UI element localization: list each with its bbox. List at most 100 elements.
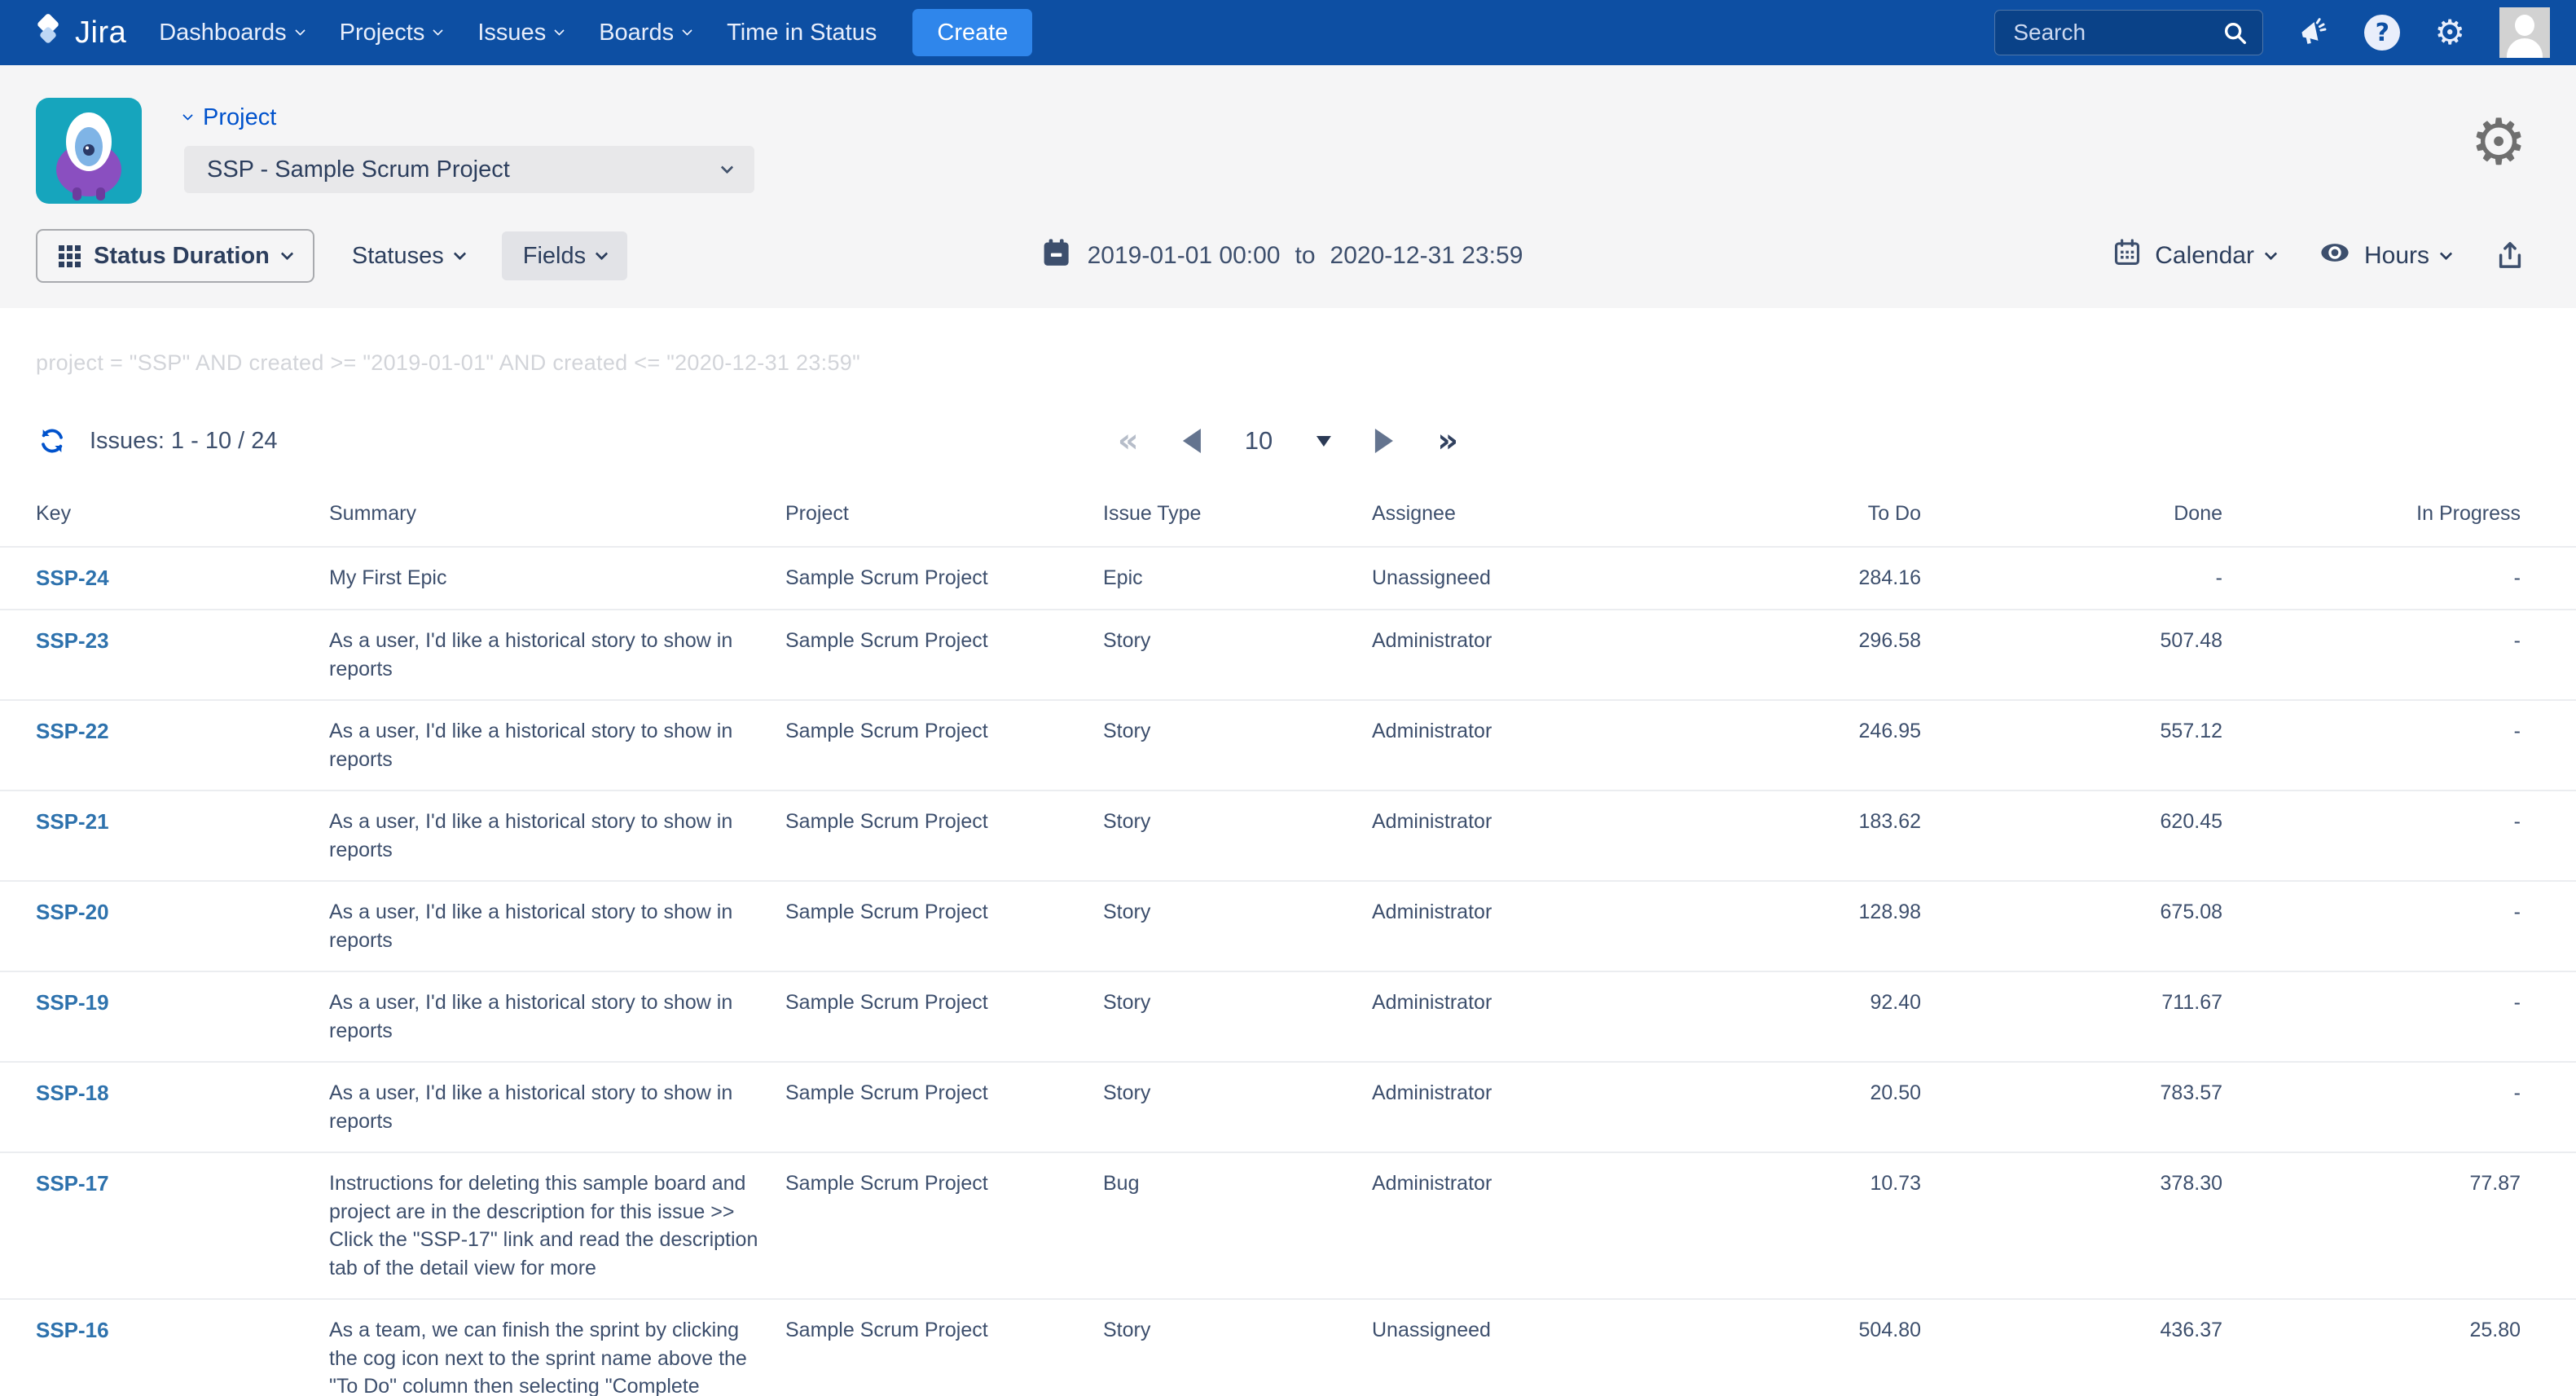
previous-page-button[interactable] xyxy=(1183,429,1201,453)
cell-todo: 183.62 xyxy=(1698,791,1926,880)
first-page-button[interactable] xyxy=(1118,425,1139,457)
column-header-summary[interactable]: Summary xyxy=(329,500,785,528)
column-header-todo[interactable]: To Do xyxy=(1698,500,1926,528)
cell-issue-type: Story xyxy=(1103,972,1372,1061)
jira-logo[interactable]: Jira xyxy=(29,12,126,54)
report-type-button[interactable]: Status Duration xyxy=(36,229,314,283)
search-icon[interactable] xyxy=(2222,20,2249,51)
cell-issue-type: Story xyxy=(1103,1300,1372,1396)
brand-name: Jira xyxy=(75,15,126,51)
chevron-down-icon xyxy=(554,25,565,36)
date-to: 2020-12-31 23:59 xyxy=(1330,242,1523,270)
project-label: Project xyxy=(203,104,276,131)
cell-done: - xyxy=(1926,548,2227,610)
issue-key-link[interactable]: SSP-22 xyxy=(36,719,109,743)
cell-todo: 246.95 xyxy=(1698,701,1926,790)
project-avatar xyxy=(36,98,142,204)
chevron-down-icon xyxy=(2440,247,2453,260)
cell-done: 436.37 xyxy=(1926,1300,2227,1396)
nav-item-boards[interactable]: Boards xyxy=(599,20,691,46)
table-row: SSP-18 As a user, I'd like a historical … xyxy=(0,1061,2576,1152)
chevron-down-icon xyxy=(2265,247,2278,260)
calendar-menu[interactable]: Calendar xyxy=(2112,237,2275,275)
cell-project: Sample Scrum Project xyxy=(785,610,1103,699)
table-header-row: Key Summary Project Issue Type Assignee … xyxy=(0,500,2576,546)
nav-item-time-in-status[interactable]: Time in Status xyxy=(727,20,877,46)
cell-assignee: Administrator xyxy=(1372,791,1698,880)
cell-done: 783.57 xyxy=(1926,1063,2227,1152)
issue-key-link[interactable]: SSP-23 xyxy=(36,628,109,653)
cell-project: Sample Scrum Project xyxy=(785,972,1103,1061)
column-header-in-progress[interactable]: In Progress xyxy=(2227,500,2525,528)
last-page-button[interactable] xyxy=(1437,425,1458,457)
settings-icon[interactable] xyxy=(2434,15,2465,50)
cell-summary: As a user, I'd like a historical story t… xyxy=(329,791,785,880)
project-select-value: SSP - Sample Scrum Project xyxy=(207,156,510,183)
cell-summary: As a user, I'd like a historical story t… xyxy=(329,701,785,790)
cell-todo: 92.40 xyxy=(1698,972,1926,1061)
cell-todo: 504.80 xyxy=(1698,1300,1926,1396)
table-row: SSP-16 As a team, we can finish the spri… xyxy=(0,1298,2576,1396)
app-root: Jira Dashboards Projects Issues Boards xyxy=(0,0,2576,1396)
nav-item-issues[interactable]: Issues xyxy=(477,20,563,46)
issue-key-link[interactable]: SSP-24 xyxy=(36,566,109,590)
fields-button[interactable]: Fields xyxy=(502,231,627,280)
issue-key-link[interactable]: SSP-21 xyxy=(36,809,109,834)
issue-key-link[interactable]: SSP-18 xyxy=(36,1081,109,1105)
chevron-down-icon xyxy=(721,161,734,174)
avatar-silhouette xyxy=(2507,38,2543,58)
hours-menu[interactable]: Hours xyxy=(2318,236,2451,276)
cell-assignee: Administrator xyxy=(1372,882,1698,971)
issue-key-link[interactable]: SSP-16 xyxy=(36,1318,109,1342)
project-section-toggle[interactable]: Project xyxy=(184,104,754,131)
column-header-project[interactable]: Project xyxy=(785,500,1103,528)
export-icon[interactable] xyxy=(2493,239,2527,273)
nav-item-label: Time in Status xyxy=(727,20,877,46)
issue-key-link[interactable]: SSP-20 xyxy=(36,900,109,924)
report-settings-gear-icon[interactable] xyxy=(2470,111,2527,174)
column-header-key[interactable]: Key xyxy=(36,500,329,528)
issues-table: Key Summary Project Issue Type Assignee … xyxy=(0,500,2576,1396)
cell-todo: 20.50 xyxy=(1698,1063,1926,1152)
cell-issue-type: Story xyxy=(1103,610,1372,699)
next-page-button[interactable] xyxy=(1375,429,1393,453)
cell-done: 675.08 xyxy=(1926,882,2227,971)
page-size-dropdown[interactable] xyxy=(1317,436,1331,447)
cell-issue-type: Story xyxy=(1103,882,1372,971)
refresh-icon[interactable] xyxy=(36,425,68,457)
top-nav: Jira Dashboards Projects Issues Boards xyxy=(0,0,2576,65)
issue-key-link[interactable]: SSP-17 xyxy=(36,1171,109,1196)
date-range-picker[interactable]: 2019-01-01 00:00 to 2020-12-31 23:59 xyxy=(1040,236,1523,275)
cell-in-progress: - xyxy=(2227,548,2525,610)
chevron-down-icon xyxy=(433,25,444,36)
grid-icon xyxy=(59,245,81,267)
cell-assignee: Administrator xyxy=(1372,610,1698,699)
cell-in-progress: - xyxy=(2227,972,2525,1061)
cell-assignee: Administrator xyxy=(1372,972,1698,1061)
nav-item-dashboards[interactable]: Dashboards xyxy=(159,20,303,46)
cell-todo: 296.58 xyxy=(1698,610,1926,699)
user-avatar[interactable] xyxy=(2499,7,2550,58)
cell-done: 711.67 xyxy=(1926,972,2227,1061)
statuses-label: Statuses xyxy=(352,243,444,270)
cell-project: Sample Scrum Project xyxy=(785,1063,1103,1152)
nav-item-projects[interactable]: Projects xyxy=(340,20,442,46)
statuses-button[interactable]: Statuses xyxy=(352,243,464,270)
cell-in-progress: - xyxy=(2227,882,2525,971)
column-header-issue-type[interactable]: Issue Type xyxy=(1103,500,1372,528)
project-select[interactable]: SSP - Sample Scrum Project xyxy=(184,146,754,193)
date-separator: to xyxy=(1295,242,1315,270)
issue-key-link[interactable]: SSP-19 xyxy=(36,990,109,1015)
help-icon[interactable] xyxy=(2364,15,2400,51)
cell-project: Sample Scrum Project xyxy=(785,548,1103,610)
cell-issue-type: Story xyxy=(1103,701,1372,790)
column-header-done[interactable]: Done xyxy=(1926,500,2227,528)
cell-assignee: Unassigneed xyxy=(1372,1300,1698,1396)
announcements-icon[interactable] xyxy=(2297,16,2330,49)
cell-in-progress: - xyxy=(2227,701,2525,790)
hours-label: Hours xyxy=(2364,242,2429,270)
column-header-assignee[interactable]: Assignee xyxy=(1372,500,1698,528)
create-button[interactable]: Create xyxy=(912,9,1032,56)
cell-done: 507.48 xyxy=(1926,610,2227,699)
cell-assignee: Administrator xyxy=(1372,1153,1698,1298)
